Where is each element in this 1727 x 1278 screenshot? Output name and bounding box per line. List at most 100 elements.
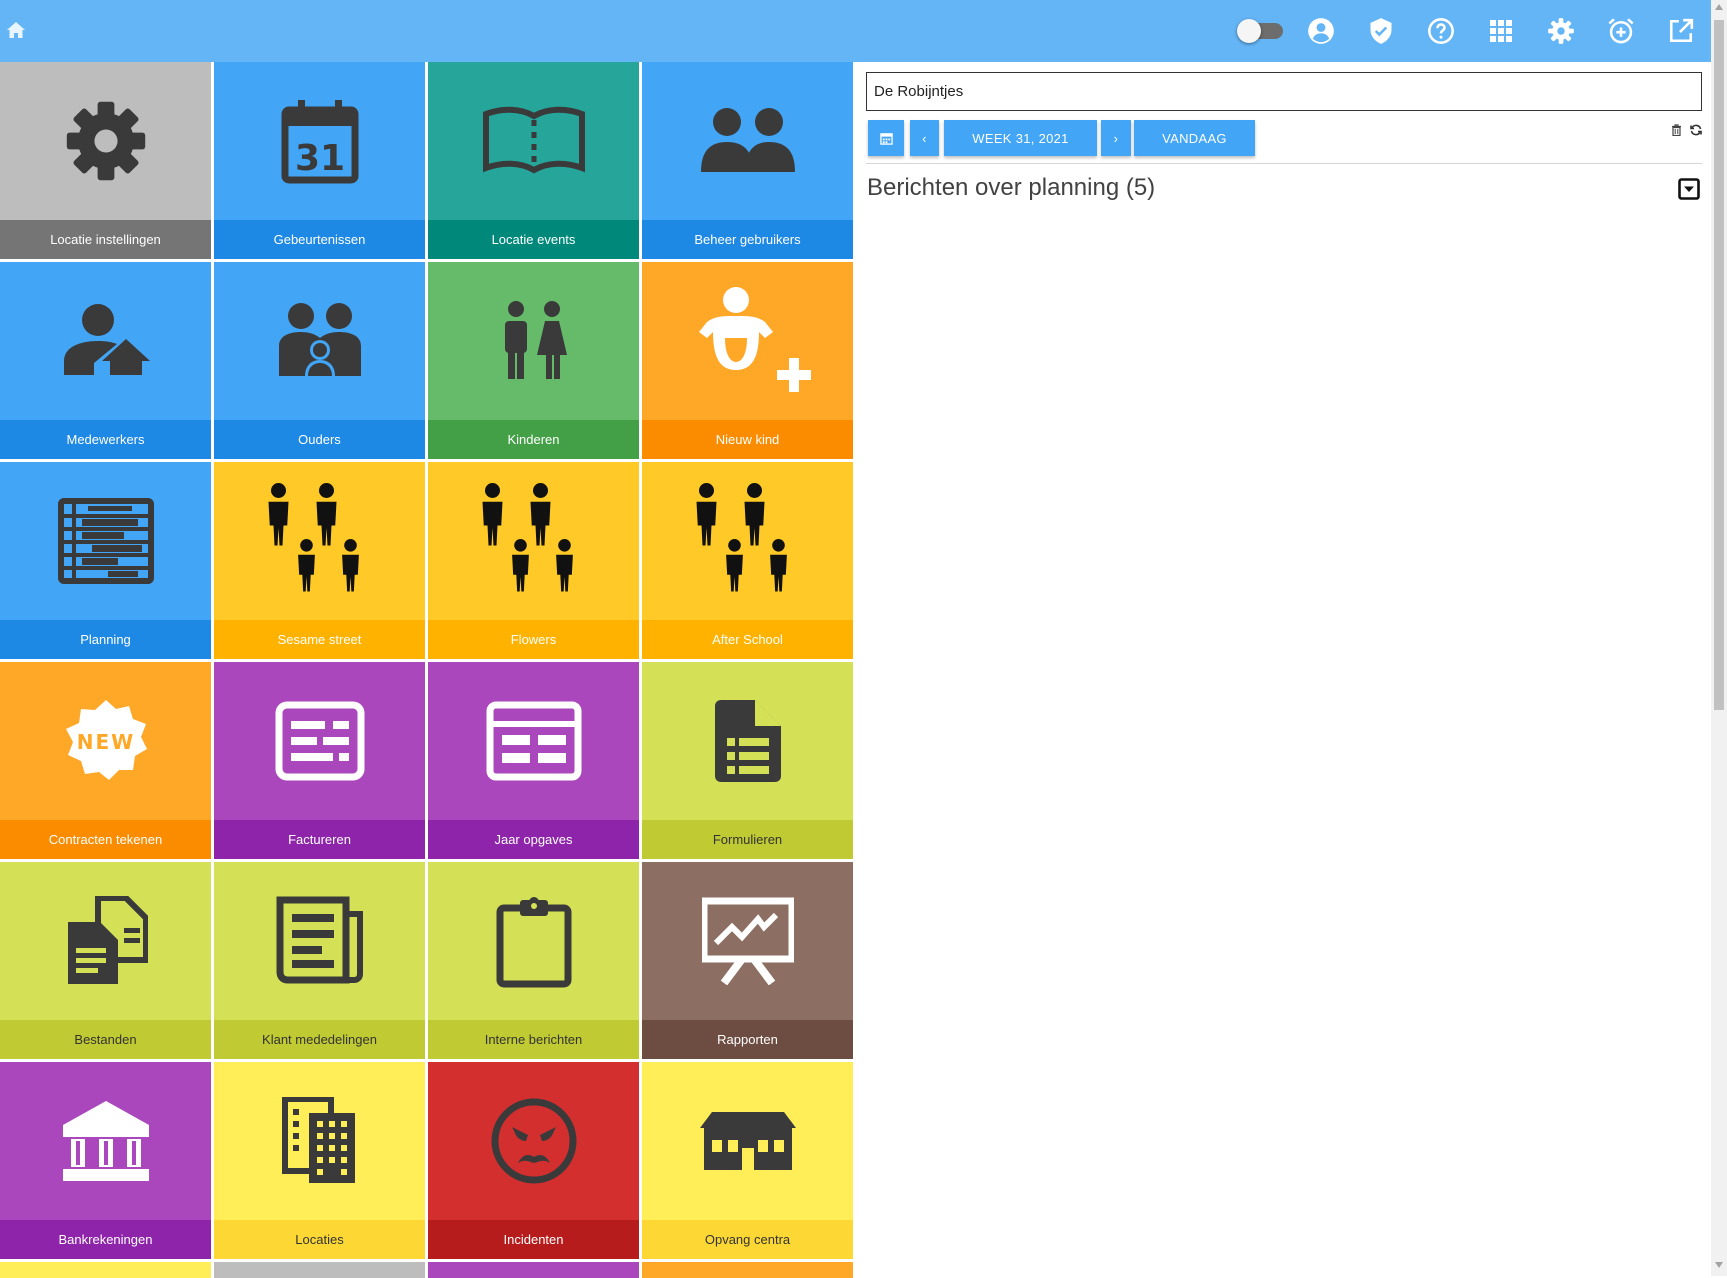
calendar-31-icon: 31 [214, 62, 425, 220]
family-group-icon [642, 462, 853, 620]
location-field[interactable]: De Robijntjes [866, 72, 1702, 111]
office-buildings-icon [214, 1062, 425, 1220]
tile-10[interactable]: Flowers [428, 462, 639, 659]
tile-4[interactable]: Medewerkers [0, 262, 211, 459]
form-document-icon [642, 662, 853, 820]
refresh-icon[interactable] [1690, 124, 1702, 136]
trash-icon[interactable] [1671, 124, 1682, 136]
children-icon [428, 262, 639, 420]
planning-table-icon [0, 462, 211, 620]
tile-9[interactable]: Sesame street [214, 462, 425, 659]
tile-label: Factureren [214, 820, 425, 859]
tile-7[interactable]: Nieuw kind [642, 262, 853, 459]
tile-label: Planning [0, 620, 211, 659]
tile-label: Bestanden [0, 1020, 211, 1059]
tile-label: Nieuw kind [642, 420, 853, 459]
tile-2[interactable]: Locatie events [428, 62, 639, 259]
tile-18[interactable]: Interne berichten [428, 862, 639, 1059]
clipboard-icon [428, 862, 639, 1020]
tile-label: After School [642, 620, 853, 659]
settings-icon[interactable] [1531, 0, 1591, 62]
files-icon [0, 862, 211, 1020]
tile-12[interactable]: NEW Contracten tekenen [0, 662, 211, 859]
next-week-label: › [1113, 130, 1119, 146]
tile-label: Contracten tekenen [0, 820, 211, 859]
gear-icon [0, 62, 211, 220]
tile-21[interactable]: Locaties [214, 1062, 425, 1259]
tile-17[interactable]: Klant mededelingen [214, 862, 425, 1059]
family-group-icon [214, 462, 425, 620]
tile-label: Flowers [428, 620, 639, 659]
tile-20[interactable]: Bankrekeningen [0, 1062, 211, 1259]
tile-3[interactable]: Beheer gebruikers [642, 62, 853, 259]
baby-add-icon [642, 262, 853, 420]
tile-5[interactable]: Ouders [214, 262, 425, 459]
alarm-add-icon[interactable] [1591, 0, 1651, 62]
messages-title: Berichten over planning (5) [867, 174, 1156, 201]
prev-week-button[interactable]: ‹ [910, 120, 939, 156]
scroll-down-arrow[interactable] [1715, 1262, 1723, 1268]
bank-icon [0, 1062, 211, 1220]
toggle-switch[interactable] [1231, 0, 1291, 62]
tile-13[interactable]: Factureren [214, 662, 425, 859]
tile-19[interactable]: Rapporten [642, 862, 853, 1059]
tile-label: Ouders [214, 420, 425, 459]
toggle-knob [1237, 19, 1261, 43]
shield-check-icon[interactable] [1351, 0, 1411, 62]
tile-14[interactable]: Jaar opgaves [428, 662, 639, 859]
tile-23[interactable]: Opvang centra [642, 1062, 853, 1259]
help-icon[interactable] [1411, 0, 1471, 62]
tile-label: Gebeurtenissen [214, 220, 425, 259]
tile-16[interactable]: Bestanden [0, 862, 211, 1059]
today-button[interactable]: VANDAAG [1134, 120, 1255, 156]
tile-label: Bankrekeningen [0, 1220, 211, 1259]
tile-1[interactable]: 31 Gebeurtenissen [214, 62, 425, 259]
planning-panel: De Robijntjes ‹ WEEK 31, 2021 › VANDAAG … [866, 72, 1702, 208]
tile-0[interactable]: Locatie instellingen [0, 62, 211, 259]
menu-tile-grid: Locatie instellingen 31 Gebeurtenissen Loca… [0, 62, 855, 1278]
tile-label: Locatie instellingen [0, 220, 211, 259]
new-badge-icon: NEW [0, 662, 211, 820]
current-week-label: WEEK 31, 2021 [972, 130, 1069, 146]
tile-label: Klant mededelingen [214, 1020, 425, 1059]
scroll-thumb[interactable] [1714, 20, 1724, 710]
tile-label: Rapporten [642, 1020, 853, 1059]
next-week-button[interactable]: › [1101, 120, 1131, 156]
tile-label: Jaar opgaves [428, 820, 639, 859]
tile-22[interactable]: Incidenten [428, 1062, 639, 1259]
newspaper-icon [214, 862, 425, 1020]
calendar-icon [879, 132, 893, 145]
users-icon [642, 62, 853, 220]
home-icon[interactable] [4, 18, 28, 42]
svg-text:31: 31 [294, 138, 344, 179]
collapse-down-icon[interactable] [1678, 178, 1700, 205]
apps-grid-icon[interactable] [1471, 0, 1531, 62]
svg-text:NEW: NEW [76, 730, 134, 754]
invoice-icon [214, 662, 425, 820]
tile-label: Beheer gebruikers [642, 220, 853, 259]
presentation-chart-icon [642, 862, 853, 1020]
tile-label: Locatie events [428, 220, 639, 259]
calendar-button[interactable] [868, 120, 904, 156]
scroll-up-arrow[interactable] [1715, 4, 1723, 10]
tile-label: Formulieren [642, 820, 853, 859]
tile-15[interactable]: Formulieren [642, 662, 853, 859]
account-icon[interactable] [1291, 0, 1351, 62]
angry-face-icon [428, 1062, 639, 1220]
daycare-building-icon [642, 1062, 853, 1220]
tile-label: Locaties [214, 1220, 425, 1259]
top-bar [0, 0, 1711, 62]
tile-11[interactable]: After School [642, 462, 853, 659]
tile-label: Interne berichten [428, 1020, 639, 1059]
tile-label: Opvang centra [642, 1220, 853, 1259]
tile-6[interactable]: Kinderen [428, 262, 639, 459]
vertical-scrollbar[interactable] [1711, 0, 1727, 1276]
annual-statement-icon [428, 662, 639, 820]
location-value: De Robijntjes [874, 83, 964, 100]
tile-label: Sesame street [214, 620, 425, 659]
current-week-button[interactable]: WEEK 31, 2021 [944, 120, 1097, 156]
tile-label: Kinderen [428, 420, 639, 459]
open-external-icon[interactable] [1651, 0, 1711, 62]
family-group-icon [428, 462, 639, 620]
tile-8[interactable]: Planning [0, 462, 211, 659]
